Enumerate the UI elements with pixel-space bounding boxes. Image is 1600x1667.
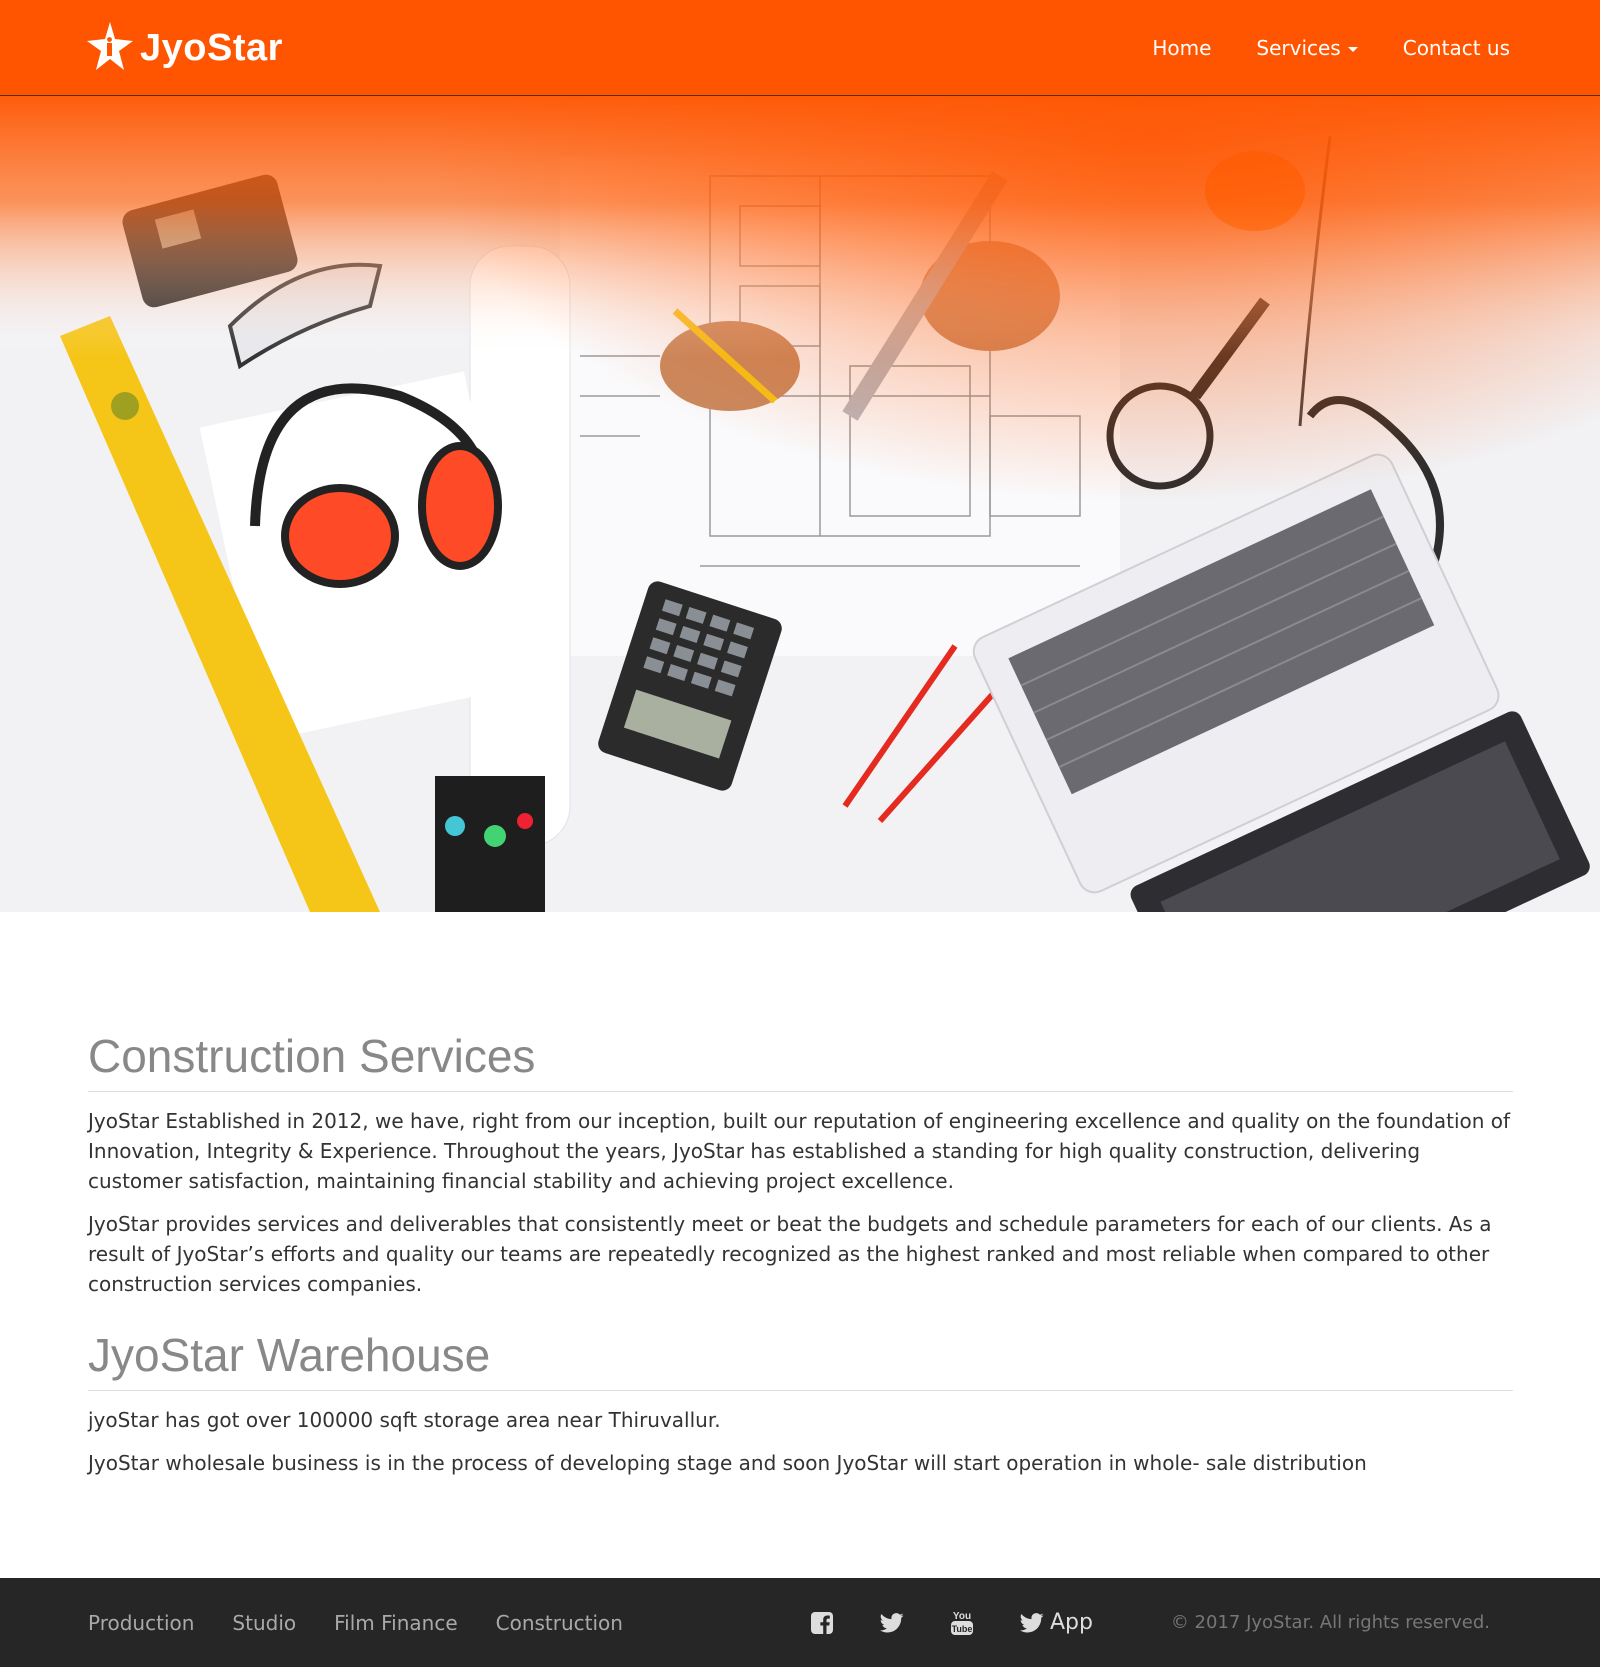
app-link[interactable]: App [1020, 1610, 1093, 1635]
brand-name: JyoStar [140, 26, 283, 69]
footer-link-construction[interactable]: Construction [496, 1611, 623, 1635]
hero-image [0, 96, 1600, 912]
twitter-link[interactable] [880, 1612, 904, 1634]
caret-down-icon [1347, 47, 1358, 52]
main-content: Construction Services JyoStar Establishe… [88, 1030, 1513, 1478]
hero-banner [0, 96, 1600, 912]
facebook-icon [811, 1611, 833, 1634]
footer-link-film-finance[interactable]: Film Finance [334, 1611, 458, 1635]
navbar: JyoStar Home Services Contact us [0, 0, 1600, 96]
warehouse-paragraph-1: jyoStar has got over 100000 sqft storage… [88, 1407, 721, 1432]
section-title-construction: Construction Services [88, 1030, 1513, 1092]
nav-home[interactable]: Home [1152, 36, 1211, 60]
svg-text:You: You [953, 1611, 971, 1622]
copyright: © 2017 JyoStar. All rights reserved. [1170, 1612, 1490, 1633]
construction-paragraph-1: JyoStar Established in 2012, we have, ri… [88, 1108, 1511, 1193]
social-links: You Tube App [810, 1578, 1139, 1667]
footer: Production Studio Film Finance Construct… [0, 1578, 1600, 1667]
construction-paragraph-2: JyoStar provides services and deliverabl… [88, 1211, 1492, 1296]
footer-link-studio[interactable]: Studio [232, 1611, 296, 1635]
youtube-link[interactable]: You Tube [950, 1609, 974, 1637]
nav-services-label: Services [1256, 36, 1341, 60]
facebook-link[interactable] [810, 1611, 834, 1635]
nav-services[interactable]: Services [1256, 36, 1358, 60]
section-title-warehouse: JyoStar Warehouse [88, 1329, 1513, 1391]
warehouse-paragraph-2: JyoStar wholesale business is in the pro… [88, 1450, 1367, 1475]
svg-text:Tube: Tube [952, 1624, 973, 1634]
footer-link-production[interactable]: Production [88, 1611, 194, 1635]
footer-nav: Production Studio Film Finance Construct… [88, 1578, 661, 1667]
main-nav: Home Services Contact us [1107, 0, 1510, 96]
twitter-icon [880, 1612, 904, 1632]
youtube-icon: You Tube [951, 1611, 973, 1635]
twitter-icon [1020, 1612, 1044, 1632]
nav-contact[interactable]: Contact us [1403, 36, 1510, 60]
app-label: App [1050, 1610, 1093, 1635]
brand[interactable]: JyoStar [84, 20, 283, 76]
star-logo-icon [87, 22, 133, 70]
